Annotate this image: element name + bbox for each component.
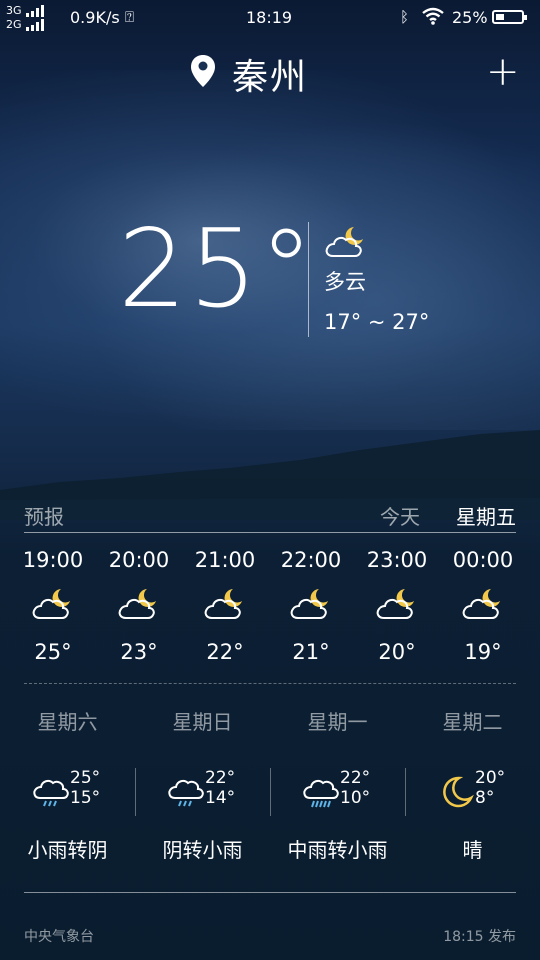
day-high: 22° [205, 768, 236, 788]
current-condition: 多云 [324, 270, 366, 294]
hour-temp: 23° [120, 640, 158, 664]
hour-time: 21:00 [194, 548, 256, 572]
battery-icon [492, 10, 527, 24]
daily-item[interactable]: 星期二 20° 8° 晴 [405, 706, 540, 863]
status-bar: 3G 2G 0.9K/s ⍰ 18:19 ᛒ 25% [0, 0, 540, 36]
hourly-item: 22:00 21° [268, 548, 354, 678]
hourly-item: 21:00 22° [182, 548, 268, 678]
day-low: 14° [205, 788, 236, 808]
current-weather: 25° 多云 17° ~ 27° [0, 210, 540, 350]
day-low: 15° [70, 788, 101, 808]
daily-item[interactable]: 星期六 25° 15° 小雨转阴 [0, 706, 135, 863]
city-name[interactable]: 秦州 [232, 48, 308, 100]
battery-percent: 25% [452, 8, 488, 27]
cloud-moon-icon [290, 589, 328, 619]
day-condition: 小雨转阴 [27, 838, 108, 862]
column-divider [405, 768, 406, 816]
hour-temp: 19° [464, 640, 502, 664]
hour-temp: 25° [34, 640, 72, 664]
day-name: 星期日 [172, 710, 233, 734]
footer-divider [24, 892, 516, 893]
cloud-moon-icon [204, 589, 242, 619]
day-condition: 中雨转小雨 [287, 838, 388, 862]
daily-item[interactable]: 星期一 22° 10° 中雨转小雨 [270, 706, 405, 863]
bluetooth-icon: ᛒ [400, 8, 410, 26]
day-name: 星期二 [442, 710, 503, 734]
hour-time: 19:00 [22, 548, 84, 572]
daily-item[interactable]: 星期日 22° 14° 阴转小雨 [135, 706, 270, 863]
cloud-moon-icon [376, 589, 414, 619]
hour-temp: 21° [292, 640, 330, 664]
day-high: 25° [70, 768, 101, 788]
data-source: 中央气象台 [24, 929, 94, 945]
data-saver-icon: ⍰ [125, 8, 135, 26]
day-condition: 晴 [462, 838, 483, 862]
day-condition: 阴转小雨 [162, 838, 243, 862]
wifi-icon [422, 7, 444, 25]
forecast-header: 预报 今天 星期五 [24, 498, 516, 533]
day-high: 20° [475, 768, 506, 788]
column-divider [135, 768, 136, 816]
moon-icon [443, 776, 474, 808]
hour-time: 20:00 [108, 548, 170, 572]
network-indicator: 3G 2G [6, 4, 47, 32]
location-pin-icon [191, 55, 215, 87]
hourly-forecast: 19:00 25° 20:00 23° 21:00 22° 22:00 21° … [10, 548, 526, 678]
rain-cloud-icon [33, 779, 69, 807]
hourly-item: 23:00 20° [354, 548, 440, 678]
heavy-rain-cloud-icon [303, 779, 339, 808]
cloud-moon-icon [32, 589, 70, 619]
hour-time: 00:00 [452, 548, 514, 572]
tab-friday[interactable]: 星期五 [456, 501, 516, 530]
add-city-button[interactable]: + [486, 52, 520, 92]
network-speed: 0.9K/s [70, 8, 120, 27]
day-high: 22° [340, 768, 371, 788]
signal-icon [26, 5, 45, 17]
hour-temp: 22° [206, 640, 244, 664]
day-name: 星期一 [307, 710, 368, 734]
hourly-item: 20:00 23° [96, 548, 182, 678]
hour-temp: 20° [378, 640, 416, 664]
hourly-item: 00:00 19° [440, 548, 526, 678]
forecast-label: 预报 [24, 505, 64, 529]
cloud-moon-icon [462, 589, 500, 619]
day-name: 星期六 [37, 710, 98, 734]
location-header: 秦州 + [0, 48, 540, 98]
cloud-moon-icon [118, 589, 156, 619]
publish-time: 18:15 发布 [443, 929, 516, 945]
day-low: 10° [340, 788, 371, 808]
hour-time: 22:00 [280, 548, 342, 572]
dashed-divider [24, 683, 516, 684]
signal-icon [26, 19, 45, 31]
day-low: 8° [475, 788, 495, 808]
cloud-moon-icon [325, 227, 363, 257]
status-clock: 18:19 [246, 8, 293, 27]
temperature-range: 17° ~ 27° [324, 310, 430, 334]
hour-time: 23:00 [366, 548, 428, 572]
divider [308, 222, 309, 337]
current-temperature: 25° [118, 207, 316, 332]
hourly-item: 19:00 25° [10, 548, 96, 678]
tab-today[interactable]: 今天 [380, 501, 420, 530]
rain-cloud-icon [168, 779, 204, 807]
column-divider [270, 768, 271, 816]
